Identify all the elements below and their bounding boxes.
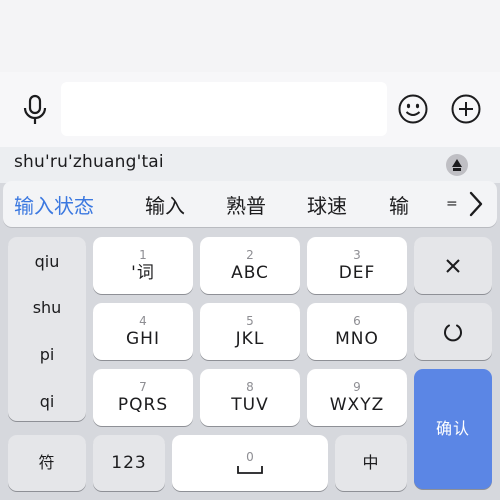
- confirm-button[interactable]: 确认: [414, 369, 492, 489]
- candidate-item[interactable]: 输: [389, 190, 409, 219]
- key-1[interactable]: 1 '词: [93, 237, 193, 294]
- candidate-item[interactable]: 输入状态: [14, 190, 94, 219]
- key-label: TUV: [231, 394, 269, 415]
- space-key[interactable]: 0: [172, 435, 328, 491]
- keyboard-switch-icon[interactable]: [446, 154, 468, 176]
- key-number: 2: [246, 247, 254, 262]
- syllable-item[interactable]: qiu: [8, 252, 86, 271]
- key-label: PQRS: [117, 394, 169, 415]
- key-9-wxyz[interactable]: 9 WXYZ: [307, 369, 407, 426]
- key-number: 7: [139, 379, 147, 394]
- key-number: 5: [246, 313, 254, 328]
- syllable-item[interactable]: pi: [8, 345, 86, 364]
- symbol-label: 符: [38, 453, 56, 472]
- key-number: 4: [139, 313, 147, 328]
- numbers-key[interactable]: 123: [93, 435, 165, 491]
- key-8-tuv[interactable]: 8 TUV: [200, 369, 300, 426]
- candidate-item[interactable]: 熟普: [226, 190, 266, 219]
- syllable-item[interactable]: shu: [8, 298, 86, 317]
- message-text-field[interactable]: [61, 82, 387, 136]
- reset-button[interactable]: [414, 303, 492, 360]
- candidate-more-hint: =: [446, 196, 458, 212]
- language-key[interactable]: 中: [335, 435, 407, 491]
- key-number: 9: [353, 379, 361, 394]
- pinyin-composition: shu'ru'zhuang'tai: [14, 152, 164, 172]
- key-4-ghi[interactable]: 4 GHI: [93, 303, 193, 360]
- key-number: 8: [246, 379, 254, 394]
- key-label: ABC: [231, 262, 269, 283]
- key-label: WXYZ: [329, 394, 385, 415]
- syllable-item[interactable]: qi: [8, 392, 86, 411]
- key-3-def[interactable]: 3 DEF: [307, 237, 407, 294]
- key-label: MNO: [335, 328, 379, 349]
- key-number: 0: [246, 450, 254, 464]
- key-label: '词: [131, 262, 155, 283]
- chevron-right-icon[interactable]: [466, 190, 486, 218]
- delete-button[interactable]: [414, 237, 492, 294]
- key-label: JKL: [235, 328, 265, 349]
- key-5-jkl[interactable]: 5 JKL: [200, 303, 300, 360]
- key-6-mno[interactable]: 6 MNO: [307, 303, 407, 360]
- confirm-label: 确认: [435, 419, 470, 438]
- language-label: 中: [362, 453, 380, 472]
- close-icon: [446, 258, 460, 273]
- candidate-item[interactable]: 输入: [145, 190, 185, 219]
- candidate-item[interactable]: 球速: [307, 190, 347, 219]
- numbers-label: 123: [111, 453, 147, 473]
- space-bar-icon: [237, 466, 263, 474]
- key-label: DEF: [338, 262, 376, 283]
- key-number: 1: [139, 247, 147, 262]
- symbol-key[interactable]: 符: [8, 435, 86, 491]
- app-top-area: [0, 0, 500, 72]
- emoji-icon[interactable]: [397, 93, 429, 125]
- key-7-pqrs[interactable]: 7 PQRS: [93, 369, 193, 426]
- circle-reset-icon: [444, 324, 462, 341]
- switch-glyph-icon: [452, 159, 462, 171]
- key-number: 6: [353, 313, 361, 328]
- key-label: GHI: [126, 328, 160, 349]
- plus-circle-icon[interactable]: [450, 93, 482, 125]
- key-number: 3: [353, 247, 361, 262]
- key-2-abc[interactable]: 2 ABC: [200, 237, 300, 294]
- microphone-icon[interactable]: [18, 93, 52, 127]
